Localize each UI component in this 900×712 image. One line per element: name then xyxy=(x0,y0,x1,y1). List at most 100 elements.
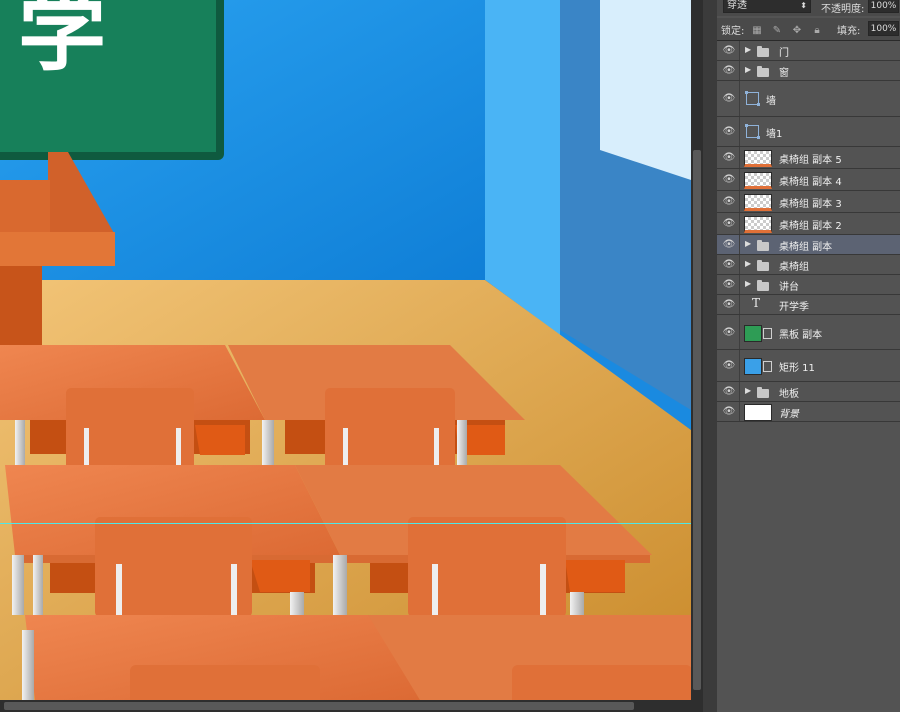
visibility-eye-icon[interactable]: 👁︎ xyxy=(721,239,737,251)
visibility-eye-icon[interactable]: 👁︎ xyxy=(721,174,737,186)
visibility-eye-icon[interactable]: 👁︎ xyxy=(721,218,737,230)
vector-mask-icon xyxy=(763,328,772,339)
lock-label: 锁定: xyxy=(721,26,745,37)
folder-icon xyxy=(757,66,769,77)
folder-icon xyxy=(757,387,769,398)
layer-name: 桌椅组 副本 5 xyxy=(779,155,842,166)
layer-name: 桌椅组 副本 2 xyxy=(779,221,842,232)
right-wall-edge xyxy=(485,0,560,335)
layer-thumbnail xyxy=(744,358,762,375)
expand-triangle-icon[interactable]: ▶ xyxy=(745,239,751,248)
layer-row[interactable]: 👁︎ 墙 xyxy=(717,81,900,117)
folder-icon xyxy=(757,280,769,291)
layer-name: 矩形 11 xyxy=(779,363,815,374)
blend-mode-dropdown[interactable]: 穿透 ⬍ xyxy=(723,0,811,13)
desk-row-back xyxy=(0,345,525,470)
expand-triangle-icon[interactable]: ▶ xyxy=(745,65,751,74)
vertical-scroll-thumb[interactable] xyxy=(693,150,701,690)
visibility-eye-icon[interactable]: 👁︎ xyxy=(721,45,737,57)
layer-thumbnail xyxy=(744,194,772,211)
horizontal-scroll-thumb[interactable] xyxy=(4,702,634,710)
visibility-eye-icon[interactable]: 👁︎ xyxy=(721,360,737,372)
expand-triangle-icon[interactable]: ▶ xyxy=(745,279,751,288)
visibility-eye-icon[interactable]: 👁︎ xyxy=(721,259,737,271)
classroom-illustration: 学 xyxy=(0,0,691,700)
layer-name: 窗 xyxy=(779,68,789,79)
layer-thumbnail xyxy=(744,150,772,167)
layer-row[interactable]: 👁︎ T 开学季 xyxy=(717,295,900,315)
folder-icon xyxy=(757,240,769,251)
fill-input[interactable]: 100% xyxy=(868,21,899,36)
layer-name: 开学季 xyxy=(779,302,809,313)
chalkboard-text: 学 xyxy=(18,0,106,83)
layer-name: 桌椅组 副本 4 xyxy=(779,177,842,188)
document-canvas[interactable]: 学 xyxy=(0,0,691,700)
folder-icon xyxy=(757,46,769,57)
expand-triangle-icon[interactable]: ▶ xyxy=(745,386,751,395)
layer-name: 门 xyxy=(779,48,789,59)
visibility-eye-icon[interactable]: 👁︎ xyxy=(721,279,737,291)
vector-mask-icon xyxy=(763,361,772,372)
layer-options-bar: 穿透 ⬍ 不透明度: 100% xyxy=(717,0,900,16)
layer-row[interactable]: 👁︎ 矩形 11 xyxy=(717,350,900,382)
expand-triangle-icon[interactable]: ▶ xyxy=(745,259,751,268)
layer-row[interactable]: 👁︎ ▶ 桌椅组 xyxy=(717,255,900,275)
layer-name: 地板 xyxy=(779,389,799,400)
opacity-input[interactable]: 100% xyxy=(868,0,899,13)
padlock-icon[interactable]: 🔒︎ xyxy=(810,25,824,37)
visibility-eye-icon[interactable]: 👁︎ xyxy=(721,386,737,398)
layer-row[interactable]: 👁︎ ▶ 窗 xyxy=(717,61,900,81)
layer-row[interactable]: 👁︎ 桌椅组 副本 4 xyxy=(717,169,900,191)
layer-name: 讲台 xyxy=(779,282,799,293)
layer-name: 墙 xyxy=(766,96,776,107)
transparency-lock-icon[interactable]: ▦ xyxy=(750,25,764,37)
layer-row[interactable]: 👁︎ ▶ 讲台 xyxy=(717,275,900,295)
visibility-eye-icon[interactable]: 👁︎ xyxy=(721,93,737,105)
horizontal-scrollbar[interactable] xyxy=(0,700,691,712)
layer-row[interactable]: 👁︎ 桌椅组 副本 3 xyxy=(717,191,900,213)
desk-row-front xyxy=(22,615,691,700)
shape-layer-icon xyxy=(745,91,760,106)
expand-triangle-icon[interactable]: ▶ xyxy=(745,45,751,54)
visibility-eye-icon[interactable]: 👁︎ xyxy=(721,196,737,208)
layer-row[interactable]: 👁︎ 墙1 xyxy=(717,117,900,147)
layers-panel: 穿透 ⬍ 不透明度: 100% 锁定: ▦ ✎ ✥ 🔒︎ 填充: 100% 👁︎ ▶ 门 👁… xyxy=(717,0,900,712)
layer-row[interactable]: 👁︎ 桌椅组 副本 2 xyxy=(717,213,900,235)
visibility-eye-icon[interactable]: 👁︎ xyxy=(721,299,737,311)
layer-row[interactable]: 👁︎ ▶ 门 xyxy=(717,41,900,61)
layer-row[interactable]: 👁︎ ▶ 地板 xyxy=(717,382,900,402)
lock-fill-bar: 锁定: ▦ ✎ ✥ 🔒︎ 填充: 100% xyxy=(717,18,900,41)
layer-thumbnail xyxy=(744,404,772,421)
layer-name: 背景 xyxy=(779,409,799,420)
text-layer-icon: T xyxy=(752,296,761,310)
dropdown-arrow-icon: ⬍ xyxy=(800,1,807,10)
podium-top xyxy=(0,232,115,266)
layer-name: 桌椅组 xyxy=(779,262,809,273)
opacity-label: 不透明度: xyxy=(821,4,865,15)
layer-thumbnail xyxy=(744,325,762,342)
layer-name: 桌椅组 副本 3 xyxy=(779,199,842,210)
layer-row[interactable]: 👁︎ ▶ 桌椅组 副本 xyxy=(717,235,900,255)
layer-thumbnail xyxy=(744,216,772,233)
brush-lock-icon[interactable]: ✎ xyxy=(770,25,784,37)
move-lock-icon[interactable]: ✥ xyxy=(790,25,804,37)
layer-thumbnail xyxy=(744,172,772,189)
layer-row[interactable]: 👁︎ 背景 xyxy=(717,402,900,422)
visibility-eye-icon[interactable]: 👁︎ xyxy=(721,152,737,164)
visibility-eye-icon[interactable]: 👁︎ xyxy=(721,327,737,339)
fill-label: 填充: xyxy=(837,26,861,37)
layer-name: 墙1 xyxy=(766,129,783,140)
vertical-scrollbar[interactable] xyxy=(691,0,703,712)
visibility-eye-icon[interactable]: 👁︎ xyxy=(721,65,737,77)
visibility-eye-icon[interactable]: 👁︎ xyxy=(721,126,737,138)
window xyxy=(600,0,691,180)
folder-icon xyxy=(757,260,769,271)
blend-mode-value: 穿透 xyxy=(727,0,747,11)
layer-row[interactable]: 👁︎ 黑板 副本 xyxy=(717,315,900,350)
visibility-eye-icon[interactable]: 👁︎ xyxy=(721,406,737,418)
panel-divider[interactable] xyxy=(703,0,718,712)
layer-row[interactable]: 👁︎ 桌椅组 副本 5 xyxy=(717,147,900,169)
layer-name: 桌椅组 副本 xyxy=(779,242,833,253)
layer-name: 黑板 副本 xyxy=(779,330,823,341)
shape-layer-icon xyxy=(745,124,760,139)
